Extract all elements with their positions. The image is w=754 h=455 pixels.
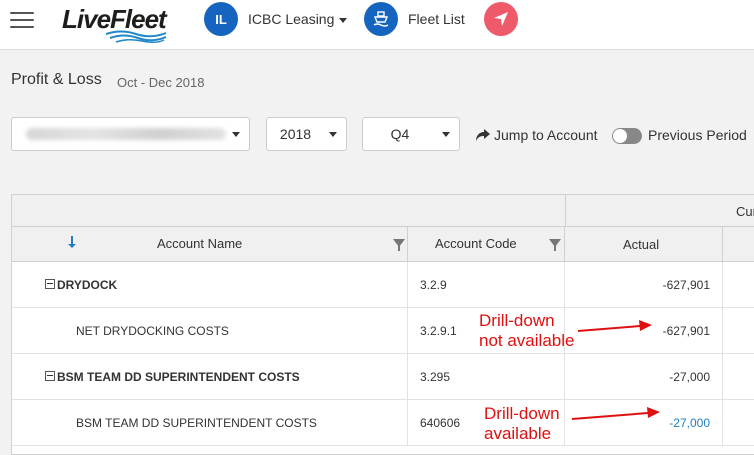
arrow-icon <box>571 407 660 420</box>
annotation-arrows <box>571 320 660 420</box>
arrow-icon <box>577 320 652 332</box>
